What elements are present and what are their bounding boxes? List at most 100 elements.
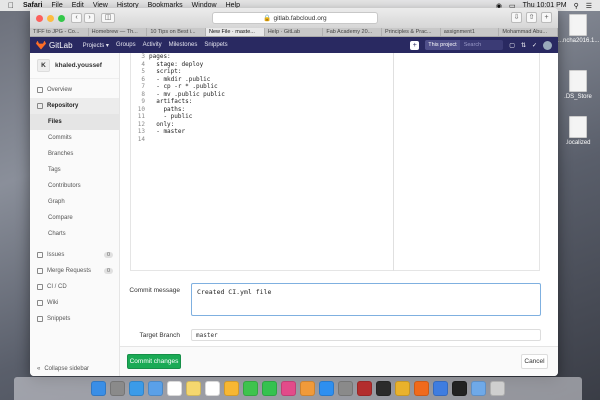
browser-tab[interactable]: Help · GitLab xyxy=(265,28,324,36)
sidebar-item-issues[interactable]: Issues 0 xyxy=(30,247,119,263)
new-item-icon[interactable]: + xyxy=(410,40,420,50)
dock-appstore-icon[interactable] xyxy=(319,381,334,396)
menu-list-icon[interactable]: ☰ xyxy=(586,2,592,10)
dock-safari-icon[interactable] xyxy=(129,381,144,396)
dock-trash-icon[interactable] xyxy=(490,381,505,396)
download-icon[interactable]: ⇩ xyxy=(511,12,522,23)
dock-mail-icon[interactable] xyxy=(148,381,163,396)
sidebar-sub-graph[interactable]: Graph xyxy=(30,194,119,210)
dock-calendar-icon[interactable] xyxy=(167,381,182,396)
sidebar-sub-charts[interactable]: Charts xyxy=(30,226,119,242)
dock-preferences-icon[interactable] xyxy=(338,381,353,396)
sidebar-item-snippets[interactable]: Snippets xyxy=(30,311,119,327)
dock-folder-icon[interactable] xyxy=(471,381,486,396)
dock-itunes-icon[interactable] xyxy=(281,381,296,396)
nav-projects[interactable]: Projects ▾ xyxy=(83,42,109,49)
line-number: 11 xyxy=(137,113,145,120)
address-bar[interactable]: 🔒 gitlab.fabcloud.org xyxy=(212,12,378,24)
sidebar-sub-compare[interactable]: Compare xyxy=(30,210,119,226)
dock-filezilla-icon[interactable] xyxy=(357,381,372,396)
collapse-sidebar-button[interactable]: « Collapse sidebar xyxy=(37,366,89,372)
sidebar-sub-tags[interactable]: Tags xyxy=(30,162,119,178)
desktop-file-icon[interactable]: .localized xyxy=(558,116,598,146)
project-header[interactable]: K khaled.youssef xyxy=(30,53,119,79)
back-button[interactable]: ‹ xyxy=(71,13,82,23)
dock-photos-icon[interactable] xyxy=(224,381,239,396)
sidebar-sub-commits[interactable]: Commits xyxy=(30,130,119,146)
new-tab-icon[interactable]: + xyxy=(541,12,552,23)
code-line: 11 - public xyxy=(131,113,539,121)
code-line: 12 only: xyxy=(131,121,539,129)
code-line: 13 - master xyxy=(131,128,539,136)
dock-reminders-icon[interactable] xyxy=(205,381,220,396)
sidebar-item-label: Issues xyxy=(47,252,65,258)
code-line: 10 paths: xyxy=(131,106,539,114)
dock-facetime-icon[interactable] xyxy=(262,381,277,396)
nav-activity[interactable]: Activity xyxy=(143,42,162,48)
code-line: 5 script: xyxy=(131,68,539,76)
search-field[interactable]: This project Search xyxy=(425,40,504,50)
dock-firefox-icon[interactable] xyxy=(414,381,429,396)
todos-icon[interactable]: ✓ xyxy=(532,42,537,49)
sidebar-item-label: Merge Requests xyxy=(47,268,92,274)
dock-messages-icon[interactable] xyxy=(243,381,258,396)
collapse-label: Collapse sidebar xyxy=(44,366,90,372)
dock-launchpad-icon[interactable] xyxy=(110,381,125,396)
sidebar-sub-files[interactable]: Files xyxy=(30,114,119,130)
sidebar-item-cicd[interactable]: CI / CD xyxy=(30,279,119,295)
share-icon[interactable]: ⇧ xyxy=(526,12,537,23)
browser-tab[interactable]: assignment1 xyxy=(441,28,500,36)
browser-tab[interactable]: Principles & Prac... xyxy=(382,28,441,36)
forward-button[interactable]: › xyxy=(84,13,95,23)
sidebar-item-merge-requests[interactable]: Merge Requests 0 xyxy=(30,263,119,279)
line-number: 3 xyxy=(141,53,145,60)
sidebar-sub-contributors[interactable]: Contributors xyxy=(30,178,119,194)
code-line: 6 - mkdir .public xyxy=(131,76,539,84)
dock-ibooks-icon[interactable] xyxy=(300,381,315,396)
zoom-window-button[interactable] xyxy=(58,14,65,22)
dock-terminal-icon[interactable] xyxy=(376,381,391,396)
cancel-button[interactable]: Cancel xyxy=(521,354,548,369)
nav-snippets[interactable]: Snippets xyxy=(204,42,227,48)
browser-tab[interactable]: TIFF to JPG - Co... xyxy=(30,28,89,36)
search-icon[interactable]: ⚲ xyxy=(574,2,579,10)
wiki-icon xyxy=(37,300,43,306)
commit-message-input[interactable]: Created CI.yml file xyxy=(191,283,541,316)
code-text: - mkdir .public xyxy=(149,75,211,83)
dock-finder-icon[interactable] xyxy=(91,381,106,396)
apple-icon[interactable]:  xyxy=(8,1,14,10)
issues-icon[interactable]: ▢ xyxy=(509,42,515,49)
merge-requests-icon[interactable]: ⇅ xyxy=(521,42,526,49)
browser-tab[interactable]: 10 Tips on Best i... xyxy=(147,28,207,36)
code-text: paths: xyxy=(149,105,186,113)
sidebar-item-wiki[interactable]: Wiki xyxy=(30,295,119,311)
dock-notes-icon[interactable] xyxy=(186,381,201,396)
desktop-file-label: .localized xyxy=(565,140,591,146)
dock-chrome-icon[interactable] xyxy=(395,381,410,396)
dock-terminal2-icon[interactable] xyxy=(452,381,467,396)
target-branch-input[interactable]: master xyxy=(191,329,541,341)
merge-request-icon xyxy=(37,268,43,274)
nav-groups[interactable]: Groups xyxy=(116,42,136,48)
desktop-file-icon[interactable]: ...ncha2016.1... xyxy=(558,14,599,44)
browser-tab-active[interactable]: New File · maste... xyxy=(206,28,265,36)
sidebar-sub-branches[interactable]: Branches xyxy=(30,146,119,162)
desktop-file-icon[interactable]: .DS_Store xyxy=(558,70,598,100)
nav-milestones[interactable]: Milestones xyxy=(169,42,198,48)
user-avatar[interactable] xyxy=(543,40,552,50)
target-branch-label: Target Branch xyxy=(139,332,180,339)
browser-tab[interactable]: Fab Academy 20... xyxy=(323,28,383,36)
gitlab-logo[interactable]: GitLab xyxy=(36,40,73,50)
code-editor[interactable]: 3 pages: 4 stage: deploy 5 script: 6 - mk… xyxy=(130,53,540,271)
sidebar-toggle-icon[interactable]: ◫ xyxy=(101,13,115,23)
line-number: 10 xyxy=(137,105,145,113)
sidebar-item-overview[interactable]: Overview xyxy=(30,82,119,98)
commit-changes-button[interactable]: Commit changes xyxy=(127,354,181,369)
code-text: artifacts: xyxy=(149,98,193,105)
sidebar-item-repository[interactable]: Repository xyxy=(30,98,119,114)
close-window-button[interactable] xyxy=(36,14,43,22)
dock-xcode-icon[interactable] xyxy=(433,381,448,396)
browser-tab[interactable]: Mohammad Abu... xyxy=(499,28,558,36)
minimize-window-button[interactable] xyxy=(47,14,54,22)
browser-tab[interactable]: Homebrew — Th... xyxy=(89,28,148,36)
